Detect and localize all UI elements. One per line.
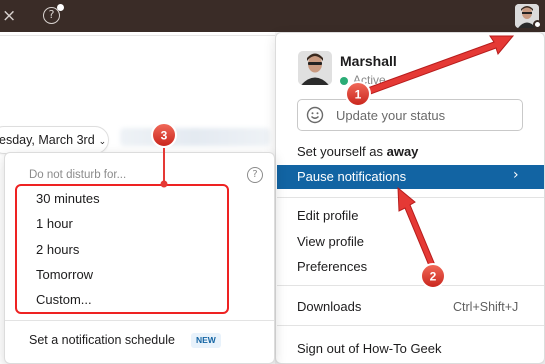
profile-photo: [298, 51, 332, 85]
date-divider-button[interactable]: esday, March 3rd ⌄: [0, 126, 109, 154]
set-away-prefix: Set yourself as: [297, 144, 387, 159]
top-bar: × ?: [0, 0, 545, 32]
update-status-input[interactable]: Update your status: [297, 99, 523, 131]
annotation-highlight-box: [15, 184, 229, 314]
active-status-label: Active: [353, 73, 386, 87]
profile-name: Marshall: [340, 53, 397, 69]
user-menu: Marshall Active Update your status Set y…: [275, 32, 545, 364]
chevron-down-icon: ⌄: [98, 136, 107, 146]
pause-notifications-item[interactable]: Pause notifications ›: [277, 165, 544, 189]
date-label: esday, March 3rd: [0, 133, 95, 147]
help-icon[interactable]: ?: [247, 167, 263, 183]
divider: [277, 197, 544, 198]
divider: [277, 285, 544, 286]
set-away-item[interactable]: Set yourself as away: [297, 144, 418, 159]
blurred-message: [120, 128, 270, 146]
close-icon[interactable]: ×: [2, 6, 22, 26]
preferences-item[interactable]: Preferences: [297, 259, 367, 274]
status-placeholder: Update your status: [336, 108, 446, 123]
divider: [277, 325, 544, 326]
set-away-bold: away: [386, 144, 419, 159]
view-profile-item[interactable]: View profile: [297, 234, 364, 249]
active-status-dot: [340, 77, 348, 85]
presence-dot: [533, 20, 542, 29]
divider: [0, 35, 275, 36]
dnd-heading: Do not disturb for...: [29, 169, 127, 181]
sign-out-item[interactable]: Sign out of How-To Geek: [297, 341, 442, 356]
pause-notifications-label: Pause notifications: [297, 169, 407, 184]
edit-profile-item[interactable]: Edit profile: [297, 208, 358, 223]
downloads-shortcut: Ctrl+Shift+J: [453, 300, 519, 314]
divider: [5, 320, 274, 321]
downloads-item[interactable]: Downloads: [297, 299, 361, 314]
smiley-icon[interactable]: [306, 106, 324, 124]
notification-schedule-item[interactable]: Set a notification schedule: [29, 333, 175, 347]
avatar-photo-icon: [298, 51, 332, 85]
new-badge: NEW: [191, 333, 221, 348]
chevron-right-icon: ›: [513, 167, 519, 183]
notification-dot: [57, 4, 64, 11]
do-not-disturb-submenu: Do not disturb for... ? 30 minutes 1 hou…: [4, 152, 275, 364]
